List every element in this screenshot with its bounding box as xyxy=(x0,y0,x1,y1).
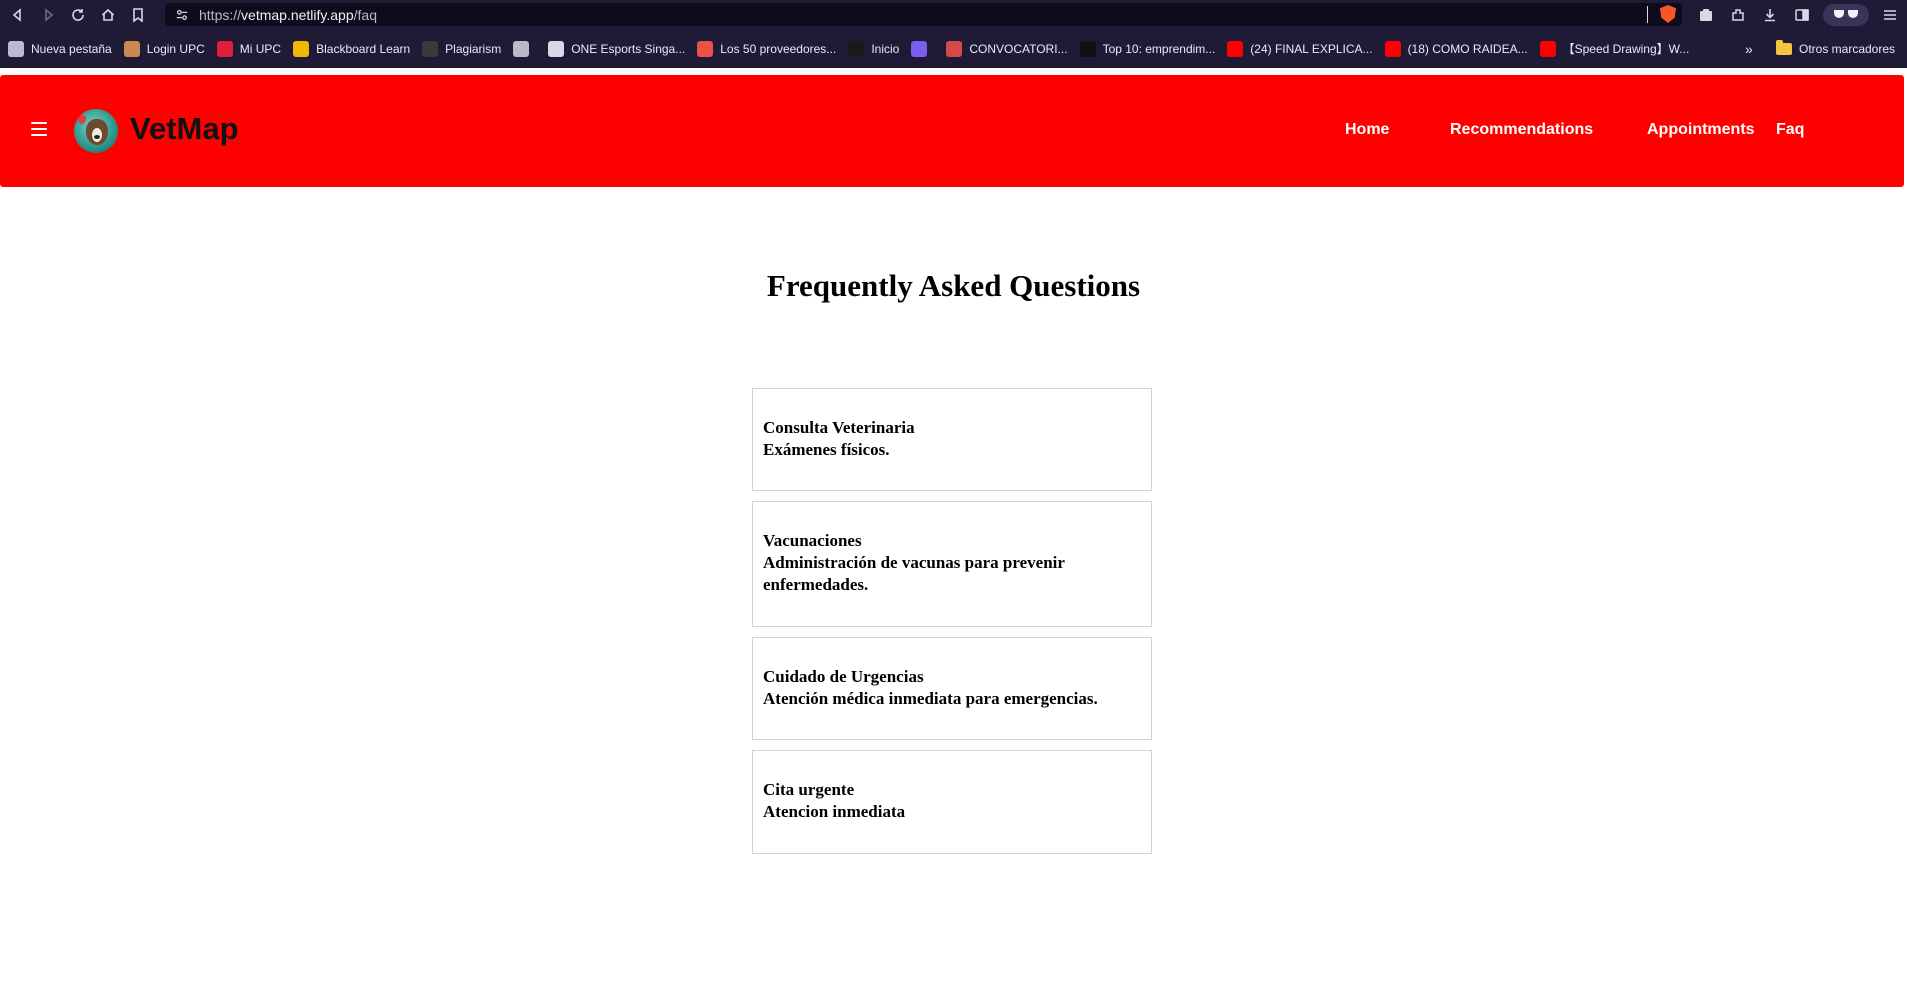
downloads-icon[interactable] xyxy=(1759,4,1781,26)
nav-recommendations[interactable]: Recommendations xyxy=(1450,121,1593,139)
bookmark-item[interactable]: ONE Esports Singa... xyxy=(542,36,691,62)
bookmark-item[interactable]: (18) COMO RAIDEA... xyxy=(1379,36,1534,62)
bookmark-label: Nueva pestaña xyxy=(31,41,112,56)
bookmark-favicon-icon xyxy=(513,40,530,57)
bookmark-label: Inicio xyxy=(871,41,900,56)
brave-shields-icon[interactable] xyxy=(1660,5,1676,23)
bookmark-item[interactable]: (24) FINAL EXPLICA... xyxy=(1221,36,1378,62)
bookmark-item[interactable]: CONVOCATORI... xyxy=(940,36,1073,62)
home-button[interactable] xyxy=(96,3,120,27)
faq-question: Cita urgente xyxy=(763,780,855,799)
faq-item[interactable]: Cuidado de Urgencias Atención médica inm… xyxy=(752,637,1152,740)
faq-item[interactable]: Vacunaciones Administración de vacunas p… xyxy=(752,501,1152,627)
nav-appointments[interactable]: Appointments xyxy=(1647,121,1755,139)
bookmark-item[interactable]: Top 10: emprendim... xyxy=(1074,36,1222,62)
bookmark-favicon-icon xyxy=(1227,40,1244,57)
bookmark-item[interactable]: Los 50 proveedores... xyxy=(691,36,842,62)
address-bar[interactable]: https://vetmap.netlify.app/faq xyxy=(165,3,1682,26)
bookmark-item[interactable]: Mi UPC xyxy=(211,36,287,62)
bookmark-favicon-icon xyxy=(216,40,233,57)
main-nav: Home Recommendations Appointments Faq xyxy=(0,75,1904,187)
faq-question: Vacunaciones xyxy=(763,531,862,550)
profile-button[interactable] xyxy=(1823,3,1869,26)
bookmark-item[interactable] xyxy=(905,36,940,62)
bookmark-favicon-icon xyxy=(697,40,714,57)
browser-toolbar: https://vetmap.netlify.app/faq xyxy=(0,0,1907,29)
bookmark-favicon-icon xyxy=(293,40,310,57)
faq-item[interactable]: Cita urgente Atencion inmediata xyxy=(752,750,1152,854)
bookmark-label: Mi UPC xyxy=(239,41,282,56)
page-title: Frequently Asked Questions xyxy=(766,268,1141,303)
bookmark-label: Blackboard Learn xyxy=(316,41,411,56)
url-text: https://vetmap.netlify.app/faq xyxy=(199,6,377,23)
bookmark-label: Login UPC xyxy=(146,41,205,56)
menu-icon[interactable] xyxy=(1879,4,1901,26)
bookmark-item[interactable]: Nueva pestaña xyxy=(2,36,118,62)
bookmark-favicon-icon xyxy=(1079,40,1096,57)
bookmark-item[interactable]: Blackboard Learn xyxy=(287,36,416,62)
bookmark-label: Los 50 proveedores... xyxy=(720,41,837,56)
faq-answer: Atención médica inmediata para emergenci… xyxy=(763,689,1098,708)
faq-question: Consulta Veterinaria xyxy=(763,418,915,437)
bookmark-label: (18) COMO RAIDEA... xyxy=(1407,41,1528,56)
bookmark-item[interactable]: Inicio xyxy=(842,36,905,62)
private-glasses-icon xyxy=(1834,9,1858,20)
bookmark-favicon-icon xyxy=(422,40,439,57)
sidebar-toggle-icon[interactable] xyxy=(1791,4,1813,26)
faq-question: Cuidado de Urgencias xyxy=(763,667,924,686)
reload-button[interactable] xyxy=(66,3,90,27)
bookmark-item[interactable]: Login UPC xyxy=(118,36,211,62)
site-header: VetMap Home Recommendations Appointments… xyxy=(0,75,1904,187)
bookmark-label: Plagiarism xyxy=(445,41,502,56)
bookmark-favicon-icon xyxy=(946,40,963,57)
bookmark-label: (24) FINAL EXPLICA... xyxy=(1250,41,1373,56)
other-bookmarks-folder[interactable]: Otros marcadores xyxy=(1776,29,1895,68)
folder-icon xyxy=(1776,39,1792,55)
faq-item[interactable]: Consulta Veterinaria Exámenes físicos. xyxy=(752,388,1152,491)
faq-answer: Atencion inmediata xyxy=(763,802,906,821)
bookmark-favicon-icon xyxy=(1539,40,1556,57)
nav-faq[interactable]: Faq xyxy=(1776,121,1804,139)
bookmark-label: 【Speed Drawing】W... xyxy=(1562,42,1690,56)
bookmark-item[interactable]: 【Speed Drawing】W... xyxy=(1534,36,1696,62)
bookmark-page-button[interactable] xyxy=(126,3,150,27)
bookmark-favicon-icon xyxy=(548,40,565,57)
bookmark-favicon-icon xyxy=(8,40,24,57)
back-button[interactable] xyxy=(6,3,30,27)
bookmark-favicon-icon xyxy=(1384,40,1401,57)
nav-home[interactable]: Home xyxy=(1345,121,1389,139)
more-bookmarks-button[interactable]: » xyxy=(1745,29,1753,68)
bookmark-item[interactable] xyxy=(507,36,542,62)
faq-list: Consulta Veterinaria Exámenes físicos. V… xyxy=(752,388,1152,864)
bookmark-favicon-icon xyxy=(123,40,140,57)
extensions-icon[interactable] xyxy=(1727,4,1749,26)
bookmark-label: CONVOCATORI... xyxy=(969,41,1068,56)
wallet-icon[interactable] xyxy=(1695,4,1717,26)
bookmarks-bar: Nueva pestaña Login UPC Mi UPC Blackboard L… xyxy=(0,29,1907,68)
bookmark-label: ONE Esports Singa... xyxy=(571,41,686,56)
faq-answer: Administración de vacunas para prevenir … xyxy=(763,553,1065,594)
faq-answer: Exámenes físicos. xyxy=(763,440,890,459)
bookmark-item[interactable]: Plagiarism xyxy=(416,36,507,62)
forward-button[interactable] xyxy=(36,3,60,27)
bookmark-favicon-icon xyxy=(848,40,865,57)
bookmark-favicon-icon xyxy=(911,40,928,57)
site-settings-icon[interactable] xyxy=(175,8,189,22)
bookmark-label: Top 10: emprendim... xyxy=(1102,41,1216,56)
